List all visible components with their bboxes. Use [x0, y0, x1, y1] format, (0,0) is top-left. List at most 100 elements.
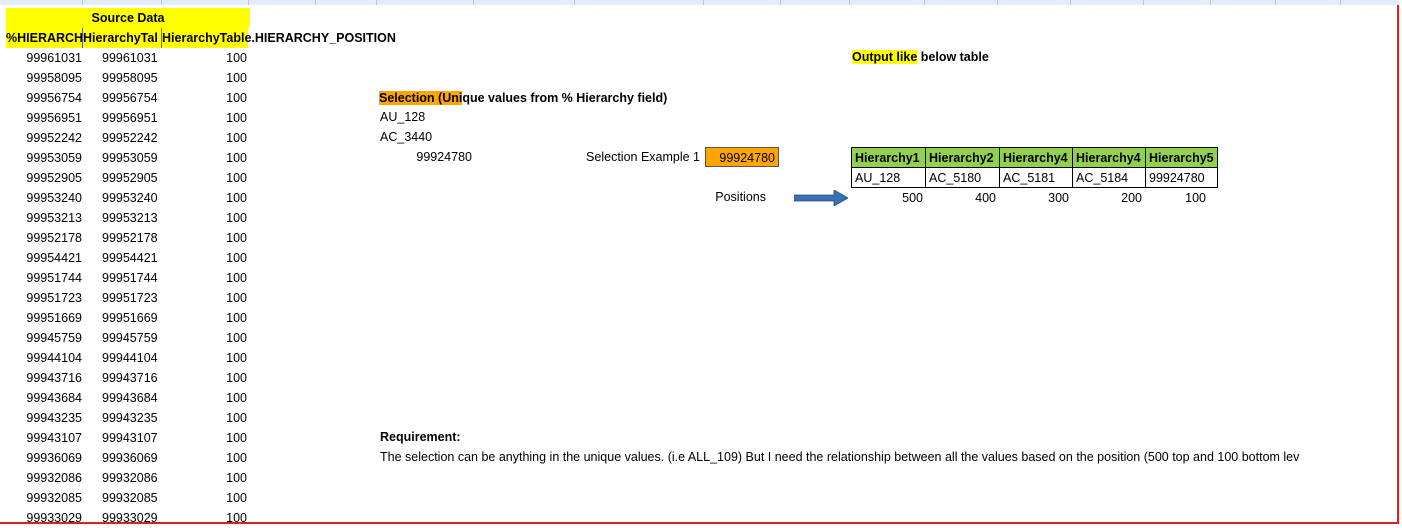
selection-value-3[interactable]: 99924780 — [380, 147, 472, 167]
cell-hierarchy-table[interactable]: 99951723 — [84, 288, 160, 308]
cell-hierarchy-key[interactable]: 99945759 — [22, 328, 82, 348]
position-value[interactable]: 200 — [1072, 188, 1142, 208]
cell-hierarchy-table[interactable]: 99952905 — [84, 168, 160, 188]
position-value[interactable]: 400 — [926, 188, 996, 208]
cell-hierarchy-position[interactable]: 100 — [162, 108, 247, 128]
selection-example-label[interactable]: Selection Example 1 — [540, 147, 700, 167]
cell-hierarchy-position[interactable]: 100 — [162, 188, 247, 208]
cell-hierarchy-table[interactable]: 99936069 — [84, 448, 160, 468]
cell-hierarchy-key[interactable]: 99943684 — [22, 388, 82, 408]
cell-hierarchy-table[interactable]: 99954421 — [84, 248, 160, 268]
cell-hierarchy-key[interactable]: 99954421 — [22, 248, 82, 268]
cell-hierarchy-key[interactable]: 99943107 — [22, 428, 82, 448]
positions-label[interactable]: Positions — [680, 187, 766, 207]
header-hierarchy-key[interactable]: %HIERARCH — [6, 28, 83, 48]
cell-hierarchy-table[interactable]: 99952242 — [84, 128, 160, 148]
cell-hierarchy-key[interactable]: 99933029 — [22, 508, 82, 528]
cell-hierarchy-table[interactable]: 99944104 — [84, 348, 160, 368]
cell-hierarchy-position[interactable]: 100 — [162, 508, 247, 528]
cell-hierarchy-key[interactable]: 99951723 — [22, 288, 82, 308]
cell-hierarchy-key[interactable]: 99952242 — [22, 128, 82, 148]
cell-hierarchy-table[interactable]: 99943235 — [84, 408, 160, 428]
hierarchy-header-cell[interactable]: Hierarchy1 — [851, 147, 926, 168]
cell-hierarchy-key[interactable]: 99952905 — [22, 168, 82, 188]
cell-hierarchy-table[interactable]: 99953213 — [84, 208, 160, 228]
selection-value-2[interactable]: AC_3440 — [380, 127, 432, 147]
cell-hierarchy-table[interactable]: 99956951 — [84, 108, 160, 128]
cell-hierarchy-position[interactable]: 100 — [162, 388, 247, 408]
cell-hierarchy-table[interactable]: 99961031 — [84, 48, 160, 68]
cell-hierarchy-key[interactable]: 99951669 — [22, 308, 82, 328]
cell-hierarchy-key[interactable]: 99932086 — [22, 468, 82, 488]
cell-hierarchy-position[interactable]: 100 — [162, 168, 247, 188]
selection-example-value[interactable]: 99924780 — [705, 147, 779, 167]
hierarchy-value-cell[interactable]: AU_128 — [851, 167, 926, 188]
cell-hierarchy-position[interactable]: 100 — [162, 408, 247, 428]
source-data-title[interactable]: Source Data — [6, 8, 250, 28]
output-title[interactable]: Output like below table — [852, 47, 989, 67]
cell-hierarchy-position[interactable]: 100 — [162, 68, 247, 88]
cell-hierarchy-position[interactable]: 100 — [162, 208, 247, 228]
cell-hierarchy-table[interactable]: 99932085 — [84, 488, 160, 508]
cell-hierarchy-key[interactable]: 99932085 — [22, 488, 82, 508]
cell-hierarchy-key[interactable]: 99943716 — [22, 368, 82, 388]
cell-hierarchy-key[interactable]: 99952178 — [22, 228, 82, 248]
hierarchy-header-cell[interactable]: Hierarchy4 — [1072, 147, 1146, 168]
cell-hierarchy-key[interactable]: 99953059 — [22, 148, 82, 168]
cell-hierarchy-position[interactable]: 100 — [162, 148, 247, 168]
cell-hierarchy-position[interactable]: 100 — [162, 328, 247, 348]
selection-title[interactable]: Selection (Unique values from % Hierarch… — [379, 88, 667, 108]
cell-hierarchy-table[interactable]: 99943684 — [84, 388, 160, 408]
cell-hierarchy-table[interactable]: 99951669 — [84, 308, 160, 328]
cell-hierarchy-position[interactable]: 100 — [162, 428, 247, 448]
cell-hierarchy-key[interactable]: 99953240 — [22, 188, 82, 208]
cell-hierarchy-position[interactable]: 100 — [162, 88, 247, 108]
cell-hierarchy-table[interactable]: 99952178 — [84, 228, 160, 248]
cell-hierarchy-key[interactable]: 99961031 — [22, 48, 82, 68]
selection-value-1[interactable]: AU_128 — [380, 107, 425, 127]
hierarchy-value-cell[interactable]: AC_5180 — [925, 167, 1000, 188]
hierarchy-value-cell[interactable]: 99924780 — [1145, 167, 1218, 188]
cell-hierarchy-key[interactable]: 99936069 — [22, 448, 82, 468]
cell-hierarchy-table[interactable]: 99932086 — [84, 468, 160, 488]
requirement-title[interactable]: Requirement: — [380, 427, 461, 447]
hierarchy-value-cell[interactable]: AC_5184 — [1072, 167, 1146, 188]
position-value[interactable]: 300 — [999, 188, 1069, 208]
cell-hierarchy-position[interactable]: 100 — [162, 48, 247, 68]
position-value[interactable]: 100 — [1136, 188, 1206, 208]
cell-hierarchy-key[interactable]: 99956951 — [22, 108, 82, 128]
hierarchy-value-cell[interactable]: AC_5181 — [999, 167, 1073, 188]
cell-hierarchy-table[interactable]: 99956754 — [84, 88, 160, 108]
cell-hierarchy-position[interactable]: 100 — [162, 128, 247, 148]
cell-hierarchy-position[interactable]: 100 — [162, 228, 247, 248]
cell-hierarchy-table[interactable]: 99945759 — [84, 328, 160, 348]
cell-hierarchy-position[interactable]: 100 — [162, 488, 247, 508]
cell-hierarchy-position[interactable]: 100 — [162, 468, 247, 488]
position-value[interactable]: 500 — [853, 188, 923, 208]
cell-hierarchy-position[interactable]: 100 — [162, 348, 247, 368]
cell-hierarchy-key[interactable]: 99943235 — [22, 408, 82, 428]
cell-hierarchy-table[interactable]: 99951744 — [84, 268, 160, 288]
cell-hierarchy-position[interactable]: 100 — [162, 308, 247, 328]
cell-hierarchy-position[interactable]: 100 — [162, 248, 247, 268]
requirement-text[interactable]: The selection can be anything in the uni… — [380, 447, 1396, 467]
cell-hierarchy-key[interactable]: 99944104 — [22, 348, 82, 368]
cell-hierarchy-position[interactable]: 100 — [162, 368, 247, 388]
cell-hierarchy-table[interactable]: 99943107 — [84, 428, 160, 448]
cell-hierarchy-key[interactable]: 99958095 — [22, 68, 82, 88]
hierarchy-header-cell[interactable]: Hierarchy4 — [999, 147, 1073, 168]
cell-hierarchy-table[interactable]: 99933029 — [84, 508, 160, 528]
header-hierarchy-position[interactable]: HierarchyTable.HIERARCHY_POSITION — [162, 28, 396, 48]
cell-hierarchy-key[interactable]: 99953213 — [22, 208, 82, 228]
cell-hierarchy-position[interactable]: 100 — [162, 268, 247, 288]
cell-hierarchy-key[interactable]: 99951744 — [22, 268, 82, 288]
cell-hierarchy-table[interactable]: 99953240 — [84, 188, 160, 208]
cell-hierarchy-table[interactable]: 99958095 — [84, 68, 160, 88]
cell-hierarchy-table[interactable]: 99943716 — [84, 368, 160, 388]
cell-hierarchy-position[interactable]: 100 — [162, 288, 247, 308]
hierarchy-header-cell[interactable]: Hierarchy5 — [1145, 147, 1218, 168]
header-hierarchy-table[interactable]: HierarchyTal — [83, 28, 162, 48]
hierarchy-header-cell[interactable]: Hierarchy2 — [925, 147, 1000, 168]
cell-hierarchy-key[interactable]: 99956754 — [22, 88, 82, 108]
cell-hierarchy-position[interactable]: 100 — [162, 448, 247, 468]
